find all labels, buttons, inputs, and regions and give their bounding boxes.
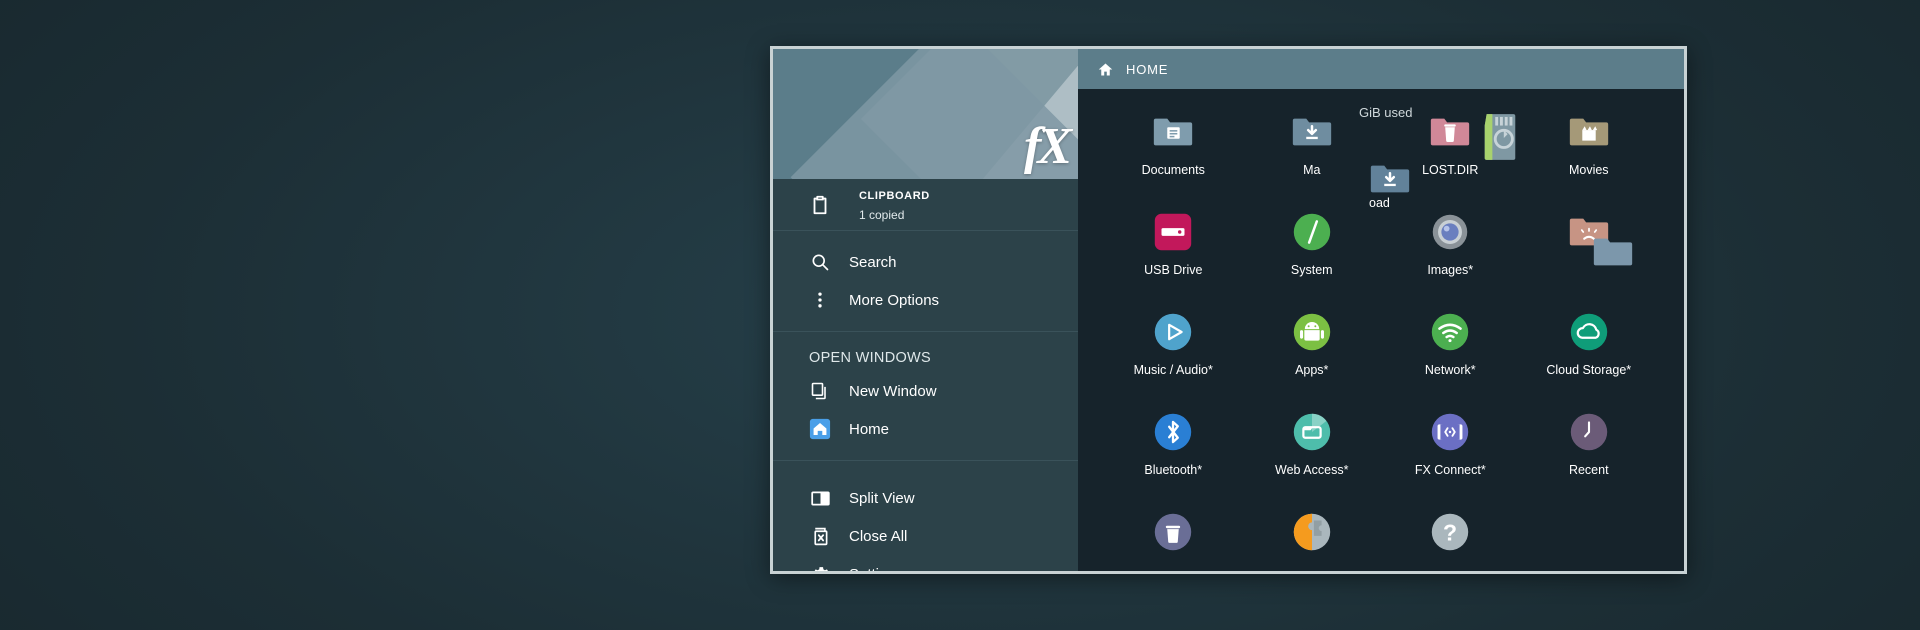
grid-item[interactable]: LOST.DIR	[1381, 109, 1520, 195]
folder-download-icon	[1289, 109, 1335, 155]
fx-connect-icon	[1427, 409, 1473, 455]
sidebar-item-label: Settings	[849, 566, 903, 572]
open-windows-header: OPEN WINDOWS	[809, 350, 932, 366]
grid-item-label: Network*	[1424, 363, 1476, 377]
shortcut-grid: Documents Ma LOST.DIR Movies USB Drive S…	[1078, 93, 1684, 571]
page-title: HOME	[1126, 61, 1169, 77]
sidebar-item-label: Search	[849, 253, 897, 271]
grid-item-label: Recent	[1568, 463, 1609, 477]
home-icon	[809, 418, 831, 440]
sidebar-tools-section: Split View Close All Settings	[773, 461, 1078, 571]
system-root-icon	[1289, 209, 1335, 255]
sidebar-item-close-all[interactable]: Close All	[773, 517, 1078, 555]
grid-item[interactable]: Bluetooth*	[1104, 409, 1243, 495]
home-icon	[1094, 58, 1116, 80]
bluetooth-icon	[1150, 409, 1196, 455]
help-icon: ?	[1427, 509, 1473, 555]
grid-item-label: FX Connect*	[1414, 463, 1486, 477]
grid-item[interactable]: FX Connect*	[1381, 409, 1520, 495]
grid-item[interactable]: Network*	[1381, 309, 1520, 395]
main-panel: HOME GiB used Documents Ma LOST.DIR Movi…	[1078, 49, 1684, 571]
fx-file-explorer-window: fX CLIPBOARD 1 copied Search More Option…	[770, 46, 1687, 574]
grid-item[interactable]: Music / Audio*	[1104, 309, 1243, 395]
web-folder-icon	[1289, 409, 1335, 455]
sidebar-item-search[interactable]: Search	[773, 243, 1078, 281]
clipboard-icon	[809, 194, 831, 216]
puzzle-icon	[1289, 509, 1335, 555]
grid-item[interactable]: Movies	[1520, 109, 1659, 195]
grid-item-label: Apps*	[1295, 363, 1329, 377]
sidebar-item-label: More Options	[849, 291, 940, 309]
grid-item-label: LOST.DIR	[1422, 163, 1479, 177]
folder-trash-icon	[1427, 109, 1473, 155]
sidebar-item-label: Close All	[849, 527, 908, 545]
sidebar-actions-section: Search More Options	[773, 231, 1078, 332]
search-icon	[809, 251, 831, 273]
clipboard-row[interactable]: CLIPBOARD 1 copied	[773, 179, 1078, 231]
grid-item-label: Cloud Storage*	[1546, 363, 1632, 377]
svg-text:?: ?	[1443, 520, 1457, 546]
close-all-icon	[809, 525, 831, 547]
grid-item[interactable]	[1243, 509, 1382, 571]
grid-item-empty	[1520, 509, 1659, 571]
folder-sad-icon	[1566, 209, 1612, 255]
grid-item-label: Bluetooth*	[1144, 463, 1203, 477]
sidebar-banner: fX	[773, 49, 1078, 179]
more-options-icon	[809, 289, 831, 311]
sidebar-item-new-window[interactable]: New Window	[773, 372, 1078, 410]
grid-item-label: Music / Audio*	[1133, 363, 1213, 377]
folder-movies-icon	[1566, 109, 1612, 155]
split-view-icon	[809, 487, 831, 509]
grid-item[interactable]: USB Drive	[1104, 209, 1243, 295]
grid-item[interactable]	[1520, 209, 1659, 295]
sidebar-item-label: Split View	[849, 489, 915, 507]
clock-icon	[1566, 409, 1612, 455]
grid-item[interactable]: Web Access*	[1243, 409, 1382, 495]
grid-item-label: Web Access*	[1275, 463, 1349, 477]
clipboard-title: CLIPBOARD	[859, 189, 930, 202]
sidebar: fX CLIPBOARD 1 copied Search More Option…	[773, 49, 1078, 571]
folder-documents-icon	[1150, 109, 1196, 155]
trash-icon	[1150, 509, 1196, 555]
music-play-icon	[1150, 309, 1196, 355]
sidebar-item-label: Home	[849, 420, 890, 438]
cloud-icon	[1566, 309, 1612, 355]
grid-item[interactable]: System	[1243, 209, 1382, 295]
grid-item[interactable]: Images*	[1381, 209, 1520, 295]
sidebar-item-label: New Window	[849, 382, 937, 400]
grid-item[interactable]	[1104, 509, 1243, 571]
grid-item[interactable]: Cloud Storage*	[1520, 309, 1659, 395]
wifi-icon	[1427, 309, 1473, 355]
grid-item-label: Images*	[1427, 263, 1474, 277]
android-apps-icon	[1289, 309, 1335, 355]
grid-item[interactable]: Documents	[1104, 109, 1243, 195]
sidebar-item-split-view[interactable]: Split View	[773, 479, 1078, 517]
grid-item-label: USB Drive	[1144, 263, 1203, 277]
grid-item[interactable]: ?	[1381, 509, 1520, 571]
fx-logo: fX	[1024, 118, 1072, 175]
main-header: HOME	[1078, 49, 1684, 89]
new-window-icon	[809, 380, 831, 402]
clipboard-count: 1 copied	[859, 207, 905, 222]
grid-item-label: System	[1290, 263, 1333, 277]
camera-lens-icon	[1427, 209, 1473, 255]
sidebar-item-home[interactable]: Home	[773, 410, 1078, 448]
sidebar-item-settings[interactable]: Settings	[773, 555, 1078, 571]
grid-item-label: Movies	[1568, 163, 1609, 177]
grid-item-label: Ma	[1303, 163, 1321, 177]
grid-item[interactable]: Ma	[1243, 109, 1382, 195]
settings-gear-icon	[809, 563, 831, 571]
open-windows-section: OPEN WINDOWS New Window Home	[773, 332, 1078, 461]
grid-item-label: Documents	[1141, 163, 1205, 177]
grid-item[interactable]: Recent	[1520, 409, 1659, 495]
sidebar-item-more-options[interactable]: More Options	[773, 281, 1078, 319]
grid-item[interactable]: Apps*	[1243, 309, 1382, 395]
usb-drive-icon	[1150, 209, 1196, 255]
